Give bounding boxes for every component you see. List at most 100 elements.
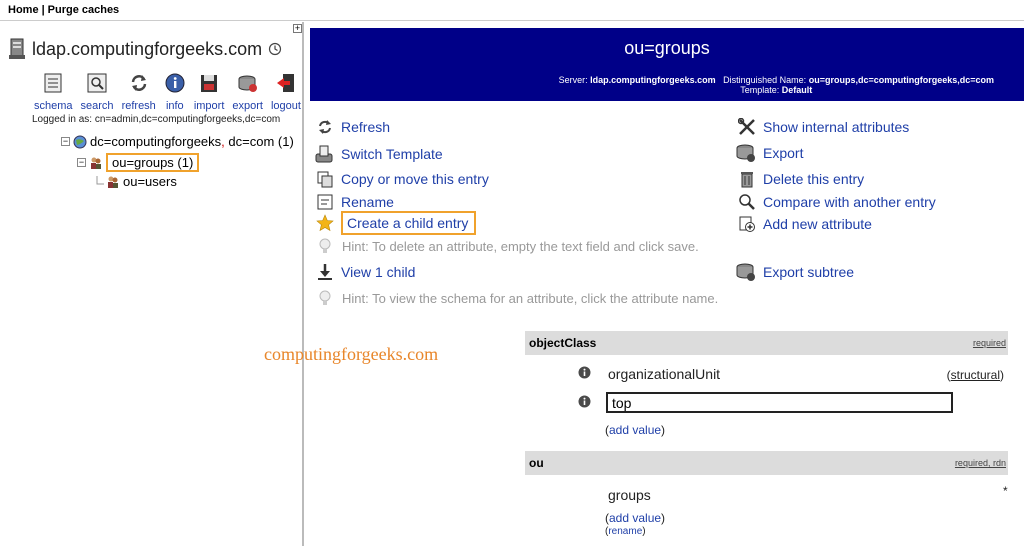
trash-icon — [741, 172, 753, 188]
export-subtree-label: Export subtree — [763, 264, 855, 280]
server-name[interactable]: ldap.computingforgeeks.com — [32, 39, 262, 60]
show-internal-label: Show internal attributes — [763, 119, 910, 135]
search-button[interactable]: search — [81, 72, 114, 112]
people-icon — [91, 157, 101, 169]
show-internal-action[interactable]: Show internal attributes — [738, 118, 909, 136]
collapse-toggle[interactable]: − — [61, 137, 70, 146]
rdn-marker: * — [1003, 484, 1008, 498]
compare-action[interactable]: Compare with another entry — [738, 193, 936, 211]
collapse-toggle[interactable]: − — [77, 158, 86, 167]
required-badge: required — [972, 338, 1006, 348]
refresh-action[interactable]: Refresh — [316, 118, 390, 136]
top-bar: Home | Purge caches — [0, 0, 1024, 21]
add-attribute-icon — [739, 216, 755, 232]
database-export-icon — [736, 263, 755, 281]
switch-template-action[interactable]: Switch Template — [314, 144, 443, 164]
tree-node-groups[interactable]: − ou=groups (1) — [77, 153, 200, 172]
copy-move-action[interactable]: Copy or move this entry — [316, 170, 489, 188]
dn-value: ou=groups,dc=computingforgeeks,dc=com — [808, 75, 994, 85]
home-link[interactable]: Home — [8, 4, 39, 16]
import-button[interactable]: import — [193, 72, 225, 112]
schema-label: schema — [34, 100, 73, 112]
export-action-label: Export — [763, 145, 804, 161]
objectclass-value-structural: organizationalUnit — [608, 366, 721, 382]
copy-move-label: Copy or move this entry — [341, 171, 489, 187]
left-pane: + ldap.computingforgeeks.com schema sear… — [0, 22, 304, 546]
attribute-name-ou[interactable]: ou — [529, 456, 544, 470]
template-label: Template: — [740, 85, 780, 95]
refresh-icon — [319, 120, 331, 134]
create-child-action[interactable]: Create a child entry — [316, 211, 477, 235]
rename-action[interactable]: Rename — [316, 193, 394, 211]
star-icon — [316, 214, 334, 232]
export-action[interactable]: Export — [736, 143, 803, 163]
rename-icon — [317, 194, 333, 210]
delete-entry-label: Delete this entry — [763, 171, 865, 187]
search-icon — [87, 73, 107, 93]
info-label: info — [165, 100, 184, 112]
hint-delete-text: Hint: To delete an attribute, empty the … — [342, 238, 699, 254]
refresh-action-label: Refresh — [341, 119, 391, 135]
tree-connector — [96, 175, 104, 184]
compare-label: Compare with another entry — [763, 194, 936, 210]
attribute-header-ou: ou required, rdn — [525, 451, 1008, 475]
rename-ou: (rename) — [605, 526, 646, 537]
add-value-link[interactable]: add value — [609, 511, 661, 525]
people-icon — [108, 176, 118, 188]
tree-node-root[interactable]: − dc=computingforgeeks, dc=com (1) — [61, 134, 294, 149]
database-export-icon — [736, 144, 755, 162]
tree-groups-label[interactable]: ou=groups (1) — [106, 153, 200, 172]
add-value-ou: (add value) — [605, 511, 666, 525]
attribute-name-objectclass[interactable]: objectClass — [529, 336, 596, 350]
download-arrow-icon — [318, 264, 332, 280]
entry-title: ou=groups — [624, 38, 710, 58]
globe-icon — [73, 135, 87, 148]
view-child-action[interactable]: View 1 child — [316, 263, 415, 281]
delete-entry-action[interactable]: Delete this entry — [738, 170, 864, 188]
tree-node-users[interactable]: ou=users — [96, 174, 177, 189]
hint-schema: Hint: To view the schema for an attribut… — [318, 290, 718, 306]
export-button[interactable]: export — [232, 72, 263, 112]
info-icon[interactable] — [578, 395, 591, 408]
info-button[interactable]: info — [164, 72, 186, 112]
add-attribute-label: Add new attribute — [763, 216, 872, 232]
structural-note: (structural) — [946, 368, 1004, 382]
expand-pane-button[interactable]: + — [293, 24, 302, 33]
purge-caches-link[interactable]: Purge caches — [48, 4, 120, 16]
import-label: import — [193, 100, 225, 112]
refresh-button[interactable]: refresh — [122, 72, 156, 112]
refresh-icon — [131, 75, 146, 91]
entry-banner: ou=groups Server: ldap.computingforgeeks… — [310, 28, 1024, 101]
tree-users-label[interactable]: ou=users — [123, 174, 177, 189]
clock-icon[interactable] — [268, 42, 282, 56]
create-child-label: Create a child entry — [341, 211, 477, 235]
logout-button[interactable]: logout — [271, 72, 301, 112]
switch-template-label: Switch Template — [341, 146, 443, 162]
info-icon[interactable] — [578, 366, 591, 379]
export-subtree-action[interactable]: Export subtree — [736, 262, 854, 282]
add-value-link[interactable]: add value — [609, 423, 661, 437]
tree-root-label[interactable]: dc=computingforgeeks, dc=com (1) — [90, 134, 294, 149]
objectclass-value-input[interactable] — [606, 392, 953, 413]
rdn-flag: rdn — [992, 458, 1006, 468]
export-label: export — [232, 100, 263, 112]
tools-icon — [738, 118, 755, 135]
template-value: Default — [781, 85, 813, 95]
dn-label: Distinguished Name: — [723, 75, 807, 85]
rename-link[interactable]: rename — [608, 526, 642, 537]
entry-meta: Server: ldap.computingforgeeks.com Disti… — [559, 75, 994, 95]
search-label: search — [80, 100, 114, 112]
add-attribute-action[interactable]: Add new attribute — [738, 215, 872, 233]
rename-label: Rename — [341, 194, 394, 210]
schema-button[interactable]: schema — [34, 72, 73, 112]
server-icon — [9, 38, 25, 59]
server-label: Server: — [558, 75, 588, 85]
hint-delete: Hint: To delete an attribute, empty the … — [318, 238, 699, 254]
server-value: ldap.computingforgeeks.com — [590, 75, 716, 85]
required-flag: required — [954, 458, 988, 468]
structural-link[interactable]: structural — [951, 368, 1000, 382]
required-rdn-badge: required, rdn — [955, 458, 1006, 468]
export-icon — [238, 75, 257, 92]
import-icon — [201, 75, 218, 92]
watermark-text: computingforgeeks.com — [264, 344, 439, 364]
